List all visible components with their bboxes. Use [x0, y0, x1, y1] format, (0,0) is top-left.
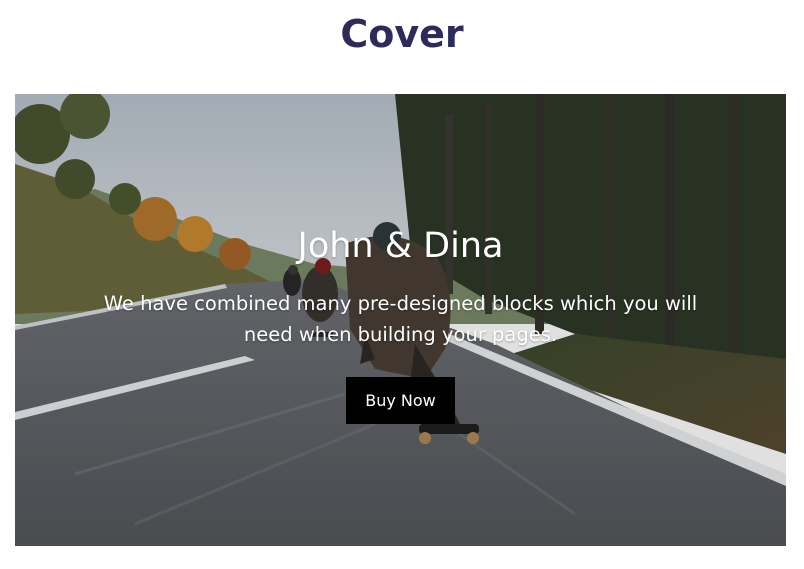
cover-overlay: John & Dina We have combined many pre-de… — [15, 94, 786, 546]
cover-heading: John & Dina — [297, 226, 504, 266]
cover-description: We have combined many pre-designed block… — [103, 292, 698, 346]
cover-block: John & Dina We have combined many pre-de… — [15, 94, 786, 546]
buy-now-button[interactable]: Buy Now — [346, 377, 455, 424]
section-title: Cover — [340, 12, 464, 56]
